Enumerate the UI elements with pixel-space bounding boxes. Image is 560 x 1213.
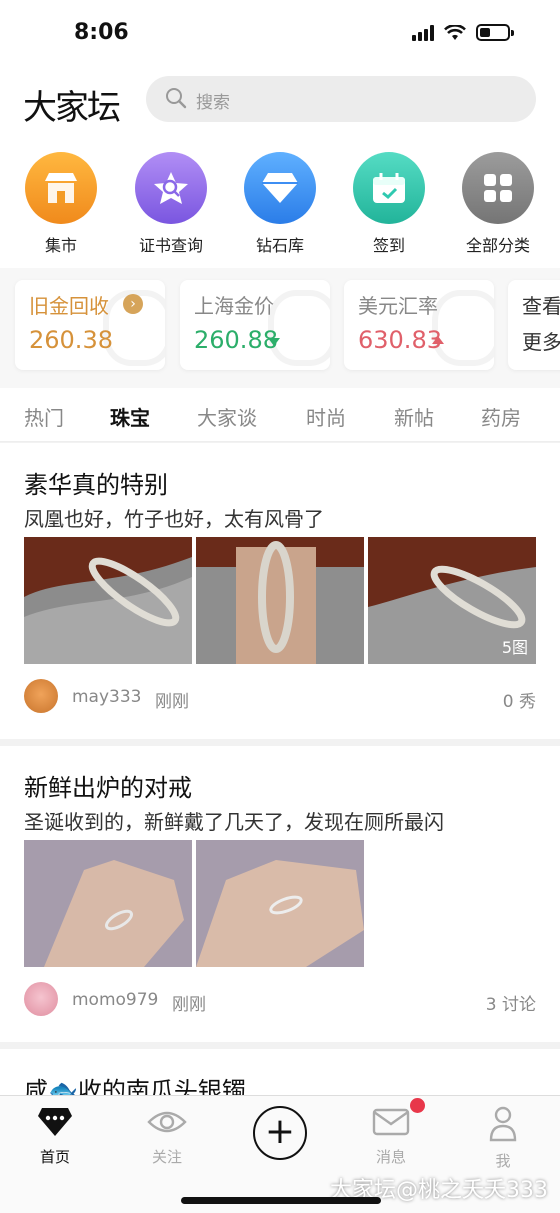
signal-icon — [412, 24, 434, 41]
user-icon — [489, 1106, 517, 1142]
diamond-icon — [244, 152, 316, 224]
tab-hot[interactable]: 热门 — [24, 402, 64, 431]
eye-icon — [147, 1111, 187, 1133]
ticker-name: 查看 — [522, 294, 560, 318]
ticker-view-more[interactable]: 查看 更多 — [508, 280, 560, 370]
image-count: 5图 — [501, 638, 528, 657]
ticker-gold-recycle[interactable]: 旧金回收 › 260.38 — [15, 280, 165, 370]
avatar[interactable] — [24, 982, 58, 1016]
status-icons — [412, 24, 514, 41]
search-icon — [166, 88, 187, 109]
quick-label: 全部分类 — [465, 236, 530, 255]
tab-discussion[interactable]: 大家谈 — [197, 402, 257, 431]
post-image[interactable] — [196, 840, 364, 967]
battery-icon — [476, 24, 514, 41]
post-title: 素华真的特别 — [24, 471, 168, 499]
tab-new-posts[interactable]: 新帖 — [394, 402, 434, 431]
chevron-right-icon: › — [123, 294, 143, 314]
tab-jewelry[interactable]: 珠宝 — [110, 402, 150, 431]
ticker-name: 上海金价 — [194, 294, 274, 318]
post-time: 刚刚 — [155, 692, 189, 712]
category-tabs: 热门 珠宝 大家谈 时尚 新帖 药房 — [0, 388, 560, 442]
price-tickers: 旧金回收 › 260.38 上海金价 260.88 美元汇率 630.83 查看… — [0, 268, 560, 388]
post-card[interactable]: 新鲜出炉的对戒 圣诞收到的，新鲜戴了几天了，发现在厕所最闪 momo979 刚刚… — [0, 746, 560, 1042]
quick-item-diamond[interactable]: 钻石库 — [225, 152, 335, 256]
post-card[interactable]: 素华真的特别 凤凰也好，竹子也好，太有风骨了 5图 may333 刚刚 0 秀 — [0, 443, 560, 739]
home-indicator — [181, 1197, 381, 1204]
ticker-shanghai-gold[interactable]: 上海金价 260.88 — [180, 280, 330, 370]
post-author[interactable]: may333 — [72, 687, 142, 707]
quick-item-market[interactable]: 集市 — [6, 152, 116, 256]
wifi-icon — [444, 24, 466, 40]
nav-home[interactable]: 首页 — [15, 1106, 95, 1167]
nav-messages[interactable]: 消息 — [351, 1106, 431, 1167]
post-time: 刚刚 — [172, 995, 206, 1015]
quick-item-checkin[interactable]: 签到 — [334, 152, 444, 256]
post-image[interactable]: 5图 — [368, 537, 536, 664]
app-header: 大家坛 搜索 — [0, 66, 560, 138]
ticker-value: 260.88 — [194, 326, 278, 354]
post-count: 3 讨论 — [485, 995, 536, 1015]
nav-label: 首页 — [39, 1148, 70, 1166]
nav-follow[interactable]: 关注 — [127, 1106, 207, 1167]
quick-item-all-categories[interactable]: 全部分类 — [443, 152, 553, 256]
avatar[interactable] — [24, 679, 58, 713]
home-diamond-icon — [38, 1108, 72, 1136]
ticker-name: 旧金回收 — [29, 294, 109, 318]
post-count: 0 秀 — [502, 692, 536, 712]
status-bar: 8:06 — [0, 0, 560, 66]
post-image[interactable] — [24, 537, 192, 664]
quick-entries: 集市 证书查询 钻石库 签到 全部分类 — [0, 138, 560, 268]
certificate-search-icon — [135, 152, 207, 224]
ticker-value: 260.38 — [29, 326, 113, 354]
quick-label: 证书查询 — [138, 236, 203, 255]
nav-label: 我 — [495, 1152, 511, 1170]
search-placeholder: 搜索 — [196, 93, 230, 113]
nav-label: 消息 — [375, 1148, 406, 1166]
quick-item-certificate[interactable]: 证书查询 — [116, 152, 226, 256]
down-arrow-icon — [268, 338, 280, 346]
search-bar[interactable]: 搜索 — [146, 76, 536, 122]
nav-label: 关注 — [151, 1148, 182, 1166]
calendar-checkin-icon — [353, 152, 425, 224]
ticker-name: 美元汇率 — [358, 294, 438, 318]
mail-icon — [372, 1108, 410, 1136]
tab-fashion[interactable]: 时尚 — [306, 402, 346, 431]
post-title: 新鲜出炉的对戒 — [24, 774, 192, 802]
post-image[interactable] — [24, 840, 192, 967]
post-description: 凤凰也好，竹子也好，太有风骨了 — [24, 507, 324, 531]
ticker-value: 630.83 — [358, 326, 442, 354]
up-arrow-icon — [432, 336, 444, 344]
quick-label: 集市 — [44, 236, 77, 255]
grid-icon — [462, 152, 534, 224]
quick-label: 钻石库 — [255, 236, 304, 255]
market-icon — [25, 152, 97, 224]
quick-label: 签到 — [372, 236, 405, 255]
ticker-value: 更多 — [522, 330, 560, 354]
create-post-button[interactable]: + — [253, 1106, 307, 1160]
app-logo: 大家坛 — [23, 88, 121, 128]
post-author[interactable]: momo979 — [72, 990, 158, 1010]
nav-me[interactable]: 我 — [463, 1106, 543, 1171]
tab-pharmacy[interactable]: 药房 — [481, 402, 521, 431]
post-image[interactable] — [196, 537, 364, 664]
post-description: 圣诞收到的，新鲜戴了几天了，发现在厕所最闪 — [24, 810, 444, 834]
ticker-usd-rate[interactable]: 美元汇率 630.83 — [344, 280, 494, 370]
status-time: 8:06 — [74, 20, 129, 45]
